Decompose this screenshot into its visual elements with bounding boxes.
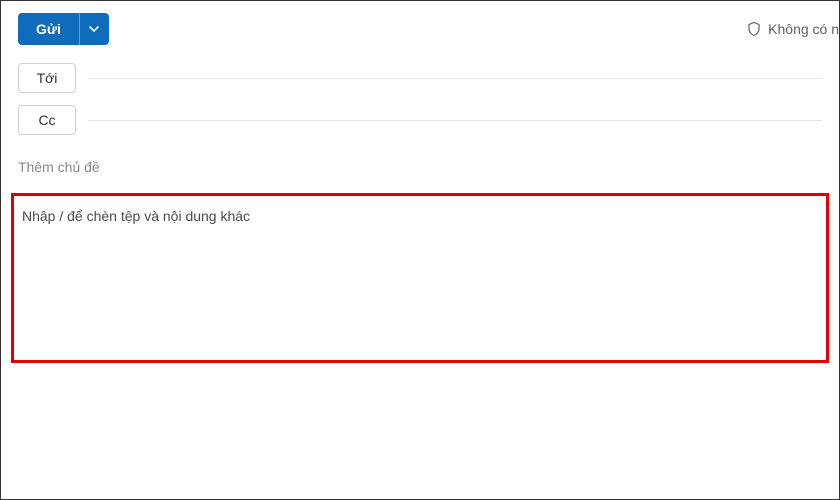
- to-input[interactable]: [88, 78, 822, 79]
- send-button[interactable]: Gửi: [18, 13, 79, 45]
- cc-button[interactable]: Cc: [18, 105, 76, 135]
- sensitivity-label-info: Không có n: [746, 21, 839, 37]
- send-button-label: Gửi: [36, 21, 61, 37]
- to-button[interactable]: Tới: [18, 63, 76, 93]
- message-body-highlight: Nhập / để chèn tệp và nội dung khác: [11, 193, 829, 363]
- shield-icon: [746, 21, 762, 37]
- cc-button-label: Cc: [38, 112, 55, 128]
- compose-window: Gửi Không có n Tới Cc Nhập: [0, 0, 840, 500]
- to-button-label: Tới: [37, 70, 58, 86]
- subject-row: [1, 141, 839, 187]
- send-options-dropdown[interactable]: [79, 13, 109, 45]
- cc-row: Cc: [1, 99, 839, 141]
- cc-input[interactable]: [88, 120, 822, 121]
- chevron-down-icon: [88, 23, 100, 35]
- sensitivity-label-text: Không có n: [768, 21, 839, 37]
- send-button-group: Gửi: [18, 13, 109, 45]
- to-row: Tới: [1, 57, 839, 99]
- subject-input[interactable]: [18, 159, 822, 175]
- message-body-placeholder[interactable]: Nhập / để chèn tệp và nội dung khác: [22, 208, 818, 224]
- toolbar: Gửi Không có n: [1, 1, 839, 57]
